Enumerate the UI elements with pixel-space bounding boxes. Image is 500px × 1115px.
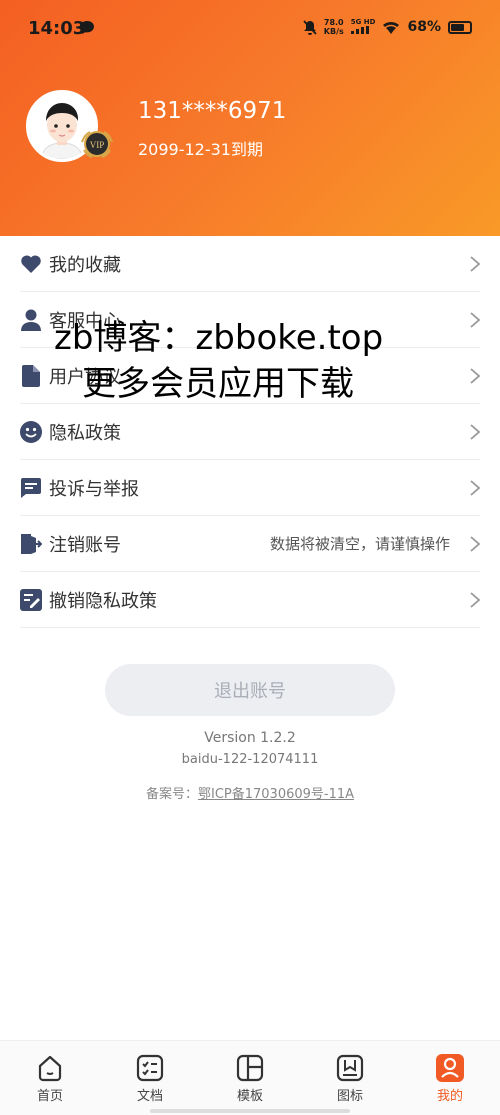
settings-menu: 我的收藏 客服中心 用户协议 隐私政策 投诉与举报 注销账号 数据将被清空，请谨… (0, 236, 500, 628)
tab-documents[interactable]: 文档 (100, 1041, 200, 1115)
chat-bubble-icon (80, 21, 94, 34)
icp-record: 备案号：鄂ICP备17030609号-11A (0, 783, 500, 802)
menu-item-label: 投诉与举报 (49, 478, 139, 500)
mute-icon (303, 19, 317, 35)
vip-crown-icon: VIP (81, 131, 113, 158)
app-version: Version 1.2.2 (204, 730, 296, 746)
menu-item-privacy-policy[interactable]: 隐私政策 (20, 404, 481, 460)
tab-home[interactable]: 首页 (0, 1041, 100, 1115)
status-time: 14:03 (28, 18, 86, 39)
chevron-right-icon (470, 424, 481, 440)
bottom-tab-bar: 首页 文档 模板 图标 我的 (0, 1040, 500, 1115)
checklist-icon (136, 1054, 164, 1082)
menu-item-label: 用户协议 (49, 366, 121, 388)
menu-item-label: 撤销隐私政策 (49, 590, 157, 612)
chevron-right-icon (470, 480, 481, 496)
message-icon (20, 477, 42, 499)
menu-item-complaint-report[interactable]: 投诉与举报 (20, 460, 481, 516)
chevron-right-icon (470, 256, 481, 272)
icp-label: 备案号： (145, 787, 198, 802)
tab-label: 文档 (136, 1089, 163, 1104)
menu-item-customer-service[interactable]: 客服中心 (20, 292, 481, 348)
person-icon (20, 309, 42, 331)
chevron-right-icon (470, 368, 481, 384)
battery-icon (448, 20, 472, 34)
home-icon (38, 1055, 62, 1082)
chevron-right-icon (470, 592, 481, 608)
menu-item-label: 注销账号 (49, 534, 121, 556)
logout-button[interactable]: 退出账号 (105, 664, 395, 716)
tab-label: 首页 (36, 1089, 63, 1104)
menu-item-user-agreement[interactable]: 用户协议 (20, 348, 481, 404)
document-icon (20, 364, 42, 387)
heart-icon (20, 253, 42, 275)
tab-label: 模板 (236, 1089, 263, 1104)
tab-label: 图标 (336, 1089, 363, 1104)
battery-percent: 68% (407, 19, 441, 35)
app-channel: baidu-122-12074111 (181, 752, 319, 767)
chevron-right-icon (470, 312, 481, 328)
net-speed: 78.0 KB/s (323, 18, 344, 36)
profile-header: 14:03 78.0 KB/s 5G HD 68% VIP 131****697… (0, 0, 500, 236)
icp-link[interactable]: 鄂ICP备17030609号-11A (198, 787, 354, 802)
delete-account-warning: 数据将被清空，请谨慎操作 (269, 535, 450, 553)
chevron-right-icon (470, 536, 481, 552)
status-bar: 14:03 78.0 KB/s 5G HD 68% (0, 0, 500, 60)
svg-text:VIP: VIP (90, 140, 105, 150)
menu-item-revoke-privacy[interactable]: 撤销隐私政策 (20, 572, 481, 628)
menu-item-label: 隐私政策 (49, 422, 121, 444)
tab-label: 我的 (436, 1089, 463, 1104)
menu-item-delete-account[interactable]: 注销账号 数据将被清空，请谨慎操作 (20, 516, 481, 572)
user-phone: 131****6971 (138, 98, 287, 124)
menu-item-favorites[interactable]: 我的收藏 (20, 236, 481, 292)
home-indicator[interactable] (150, 1109, 350, 1113)
menu-item-label: 我的收藏 (49, 254, 121, 276)
profile-icon (436, 1054, 464, 1082)
signal-icon (350, 26, 369, 34)
wifi-icon (383, 21, 400, 34)
tab-icons[interactable]: 图标 (300, 1041, 400, 1115)
tab-mine[interactable]: 我的 (400, 1041, 500, 1115)
vip-expire-date: 2099-12-31到期 (138, 140, 263, 159)
exit-icon (20, 533, 42, 555)
template-icon (236, 1054, 264, 1082)
menu-item-label: 客服中心 (49, 310, 121, 332)
network-type: 5G HD (350, 18, 375, 36)
tab-templates[interactable]: 模板 (200, 1041, 300, 1115)
smile-icon (20, 420, 42, 443)
revoke-icon (20, 588, 42, 611)
bookmark-icon (336, 1054, 364, 1082)
